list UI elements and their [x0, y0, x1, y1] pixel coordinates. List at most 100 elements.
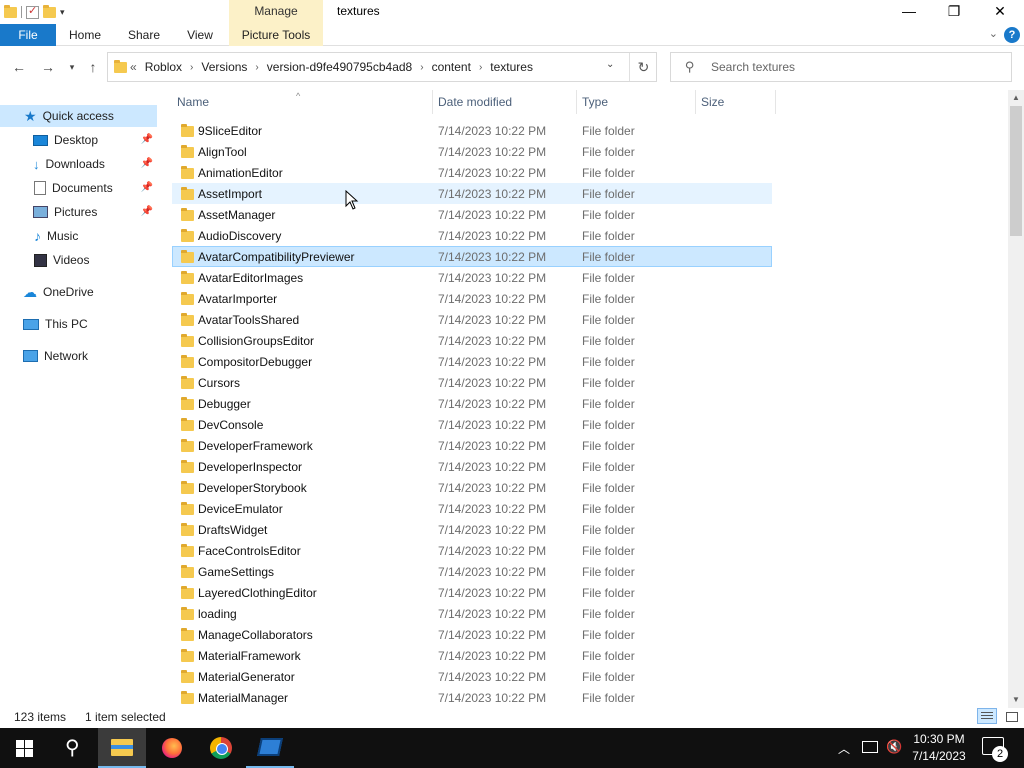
table-row[interactable]: 9SliceEditor 7/14/2023 10:22 PM File folde…	[172, 120, 772, 141]
table-row[interactable]: LayeredClothingEditor 7/14/2023 10:22 PM F…	[172, 582, 772, 603]
crumb-versions[interactable]: Versions	[201, 60, 247, 74]
minimize-button[interactable]: ―	[886, 0, 932, 24]
folder-icon	[114, 60, 127, 73]
file-name: DeviceEmulator	[198, 502, 283, 516]
table-row[interactable]: Cursors 7/14/2023 10:22 PM File folder	[172, 372, 772, 393]
scroll-up-button[interactable]: ▲	[1008, 90, 1024, 106]
search-input[interactable]	[711, 53, 1001, 81]
up-button[interactable]: ↑	[83, 58, 103, 76]
details-view-icon[interactable]	[977, 708, 997, 724]
taskbar-firefox[interactable]	[148, 728, 196, 768]
table-row[interactable]: DevConsole 7/14/2023 10:22 PM File folder	[172, 414, 772, 435]
table-row[interactable]: CompositorDebugger 7/14/2023 10:22 PM File…	[172, 351, 772, 372]
refresh-button[interactable]: ↻	[629, 53, 657, 81]
crumb-version[interactable]: version-d9fe490795cb4ad8	[267, 60, 412, 74]
expand-ribbon-icon[interactable]: ⌄	[989, 27, 998, 40]
start-button[interactable]	[0, 728, 48, 768]
table-row[interactable]: AssetImport 7/14/2023 10:22 PM File folder	[172, 183, 772, 204]
chevron-right-icon[interactable]: ›	[479, 62, 482, 73]
volume-muted-icon[interactable]: 🔇	[886, 739, 902, 755]
sidebar-item-onedrive[interactable]: ☁ OneDrive	[0, 281, 157, 303]
chevron-down-icon[interactable]: ⌄	[606, 59, 614, 70]
taskbar-file-explorer[interactable]	[98, 728, 146, 768]
properties-icon[interactable]	[26, 4, 39, 19]
crumb-content[interactable]: content	[432, 60, 471, 74]
tab-home[interactable]: Home	[60, 24, 110, 46]
table-row[interactable]: AvatarToolsShared 7/14/2023 10:22 PM File …	[172, 309, 772, 330]
chevron-right-icon[interactable]: ›	[255, 62, 258, 73]
taskbar-clock[interactable]: 10:30 PM 7/14/2023	[905, 731, 973, 765]
table-row[interactable]: AnimationEditor 7/14/2023 10:22 PM File fo…	[172, 162, 772, 183]
forward-button[interactable]: →	[38, 58, 58, 76]
help-icon[interactable]: ?	[1004, 27, 1020, 43]
column-header-name[interactable]: ^ Name	[172, 90, 433, 114]
table-row[interactable]: AvatarCompatibilityPreviewer 7/14/2023 10…	[172, 246, 772, 267]
file-type: File folder	[582, 124, 635, 138]
manage-context-tab[interactable]: Manage	[229, 0, 323, 24]
file-name: DeveloperFramework	[198, 439, 313, 453]
table-row[interactable]: DraftsWidget 7/14/2023 10:22 PM File folde…	[172, 519, 772, 540]
restore-button[interactable]: ❐	[931, 0, 977, 24]
table-row[interactable]: AvatarEditorImages 7/14/2023 10:22 PM File…	[172, 267, 772, 288]
table-row[interactable]: DeveloperInspector 7/14/2023 10:22 PM File…	[172, 456, 772, 477]
column-header-date[interactable]: Date modified	[433, 90, 577, 114]
vertical-scrollbar[interactable]: ▲ ▼	[1008, 90, 1024, 708]
chevron-right-icon[interactable]: ›	[420, 62, 423, 73]
new-folder-icon[interactable]	[43, 4, 56, 18]
table-row[interactable]: ManageCollaborators 7/14/2023 10:22 PM Fil…	[172, 624, 772, 645]
sidebar-item-documents[interactable]: Documents 📌	[0, 177, 157, 199]
table-row[interactable]: loading 7/14/2023 10:22 PM File folder	[172, 603, 772, 624]
table-row[interactable]: AudioDiscovery 7/14/2023 10:22 PM File fol…	[172, 225, 772, 246]
address-bar[interactable]: « Roblox › Versions › version-d9fe490795…	[107, 52, 657, 82]
show-hidden-icons-icon[interactable]: ︿	[838, 740, 850, 757]
crumb-roblox[interactable]: Roblox	[145, 60, 182, 74]
back-button[interactable]: ←	[9, 58, 29, 76]
folder-icon	[181, 544, 194, 557]
chevron-right-icon[interactable]: ›	[190, 62, 193, 73]
table-row[interactable]: MaterialManager 7/14/2023 10:22 PM File fo…	[172, 687, 772, 708]
table-row[interactable]: DeviceEmulator 7/14/2023 10:22 PM File fol…	[172, 498, 772, 519]
close-button[interactable]: ✕	[977, 0, 1023, 24]
overflow-crumbs-icon[interactable]: «	[130, 60, 137, 74]
column-header-type[interactable]: Type	[577, 90, 696, 114]
tab-view[interactable]: View	[178, 24, 222, 46]
table-row[interactable]: DeveloperFramework 7/14/2023 10:22 PM File…	[172, 435, 772, 456]
file-date: 7/14/2023 10:22 PM	[438, 565, 547, 579]
network-status-icon[interactable]	[862, 741, 878, 753]
tab-share[interactable]: Share	[120, 24, 168, 46]
scroll-down-button[interactable]: ▼	[1008, 692, 1024, 708]
table-row[interactable]: GameSettings 7/14/2023 10:22 PM File folde…	[172, 561, 772, 582]
search-box[interactable]: ⚲	[670, 52, 1012, 82]
taskbar-chrome[interactable]	[197, 728, 245, 768]
sidebar-item-videos[interactable]: Videos	[0, 249, 157, 271]
crumb-textures[interactable]: textures	[490, 60, 533, 74]
sidebar-item-quick-access[interactable]: ★ Quick access	[0, 105, 157, 127]
column-header-size[interactable]: Size	[696, 90, 776, 114]
table-row[interactable]: MaterialGenerator 7/14/2023 10:22 PM File …	[172, 666, 772, 687]
taskbar: ⚲ ︿ 🔇 10:30 PM 7/14/2023 2	[0, 728, 1024, 768]
file-type: File folder	[582, 481, 635, 495]
table-row[interactable]: AvatarImporter 7/14/2023 10:22 PM File fol…	[172, 288, 772, 309]
tab-picture-tools[interactable]: Picture Tools	[229, 24, 323, 46]
sidebar-item-music[interactable]: ♪ Music	[0, 225, 157, 247]
table-row[interactable]: DeveloperStorybook 7/14/2023 10:22 PM File…	[172, 477, 772, 498]
large-icons-view-icon[interactable]	[1002, 708, 1020, 724]
tab-file[interactable]: File	[0, 24, 56, 46]
taskbar-search-button[interactable]: ⚲	[48, 728, 96, 768]
scroll-thumb[interactable]	[1010, 106, 1022, 236]
table-row[interactable]: MaterialFramework 7/14/2023 10:22 PM File …	[172, 645, 772, 666]
sidebar-item-pictures[interactable]: Pictures 📌	[0, 201, 157, 223]
table-row[interactable]: CollisionGroupsEditor 7/14/2023 10:22 PM F…	[172, 330, 772, 351]
sidebar-item-network[interactable]: Network	[0, 345, 157, 367]
sidebar-item-desktop[interactable]: Desktop 📌	[0, 129, 157, 151]
sidebar-item-this-pc[interactable]: This PC	[0, 313, 157, 335]
customize-toolbar-icon[interactable]: ▾	[60, 7, 65, 18]
table-row[interactable]: AlignTool 7/14/2023 10:22 PM File folder	[172, 141, 772, 162]
table-row[interactable]: FaceControlsEditor 7/14/2023 10:22 PM File…	[172, 540, 772, 561]
table-row[interactable]: Debugger 7/14/2023 10:22 PM File folder	[172, 393, 772, 414]
table-row[interactable]: AssetManager 7/14/2023 10:22 PM File folde…	[172, 204, 772, 225]
sidebar-item-downloads[interactable]: ↓ Downloads 📌	[0, 153, 157, 175]
taskbar-roblox-studio[interactable]	[246, 728, 294, 768]
file-date: 7/14/2023 10:22 PM	[438, 334, 547, 348]
recent-locations-button[interactable]: ▾	[62, 58, 82, 76]
